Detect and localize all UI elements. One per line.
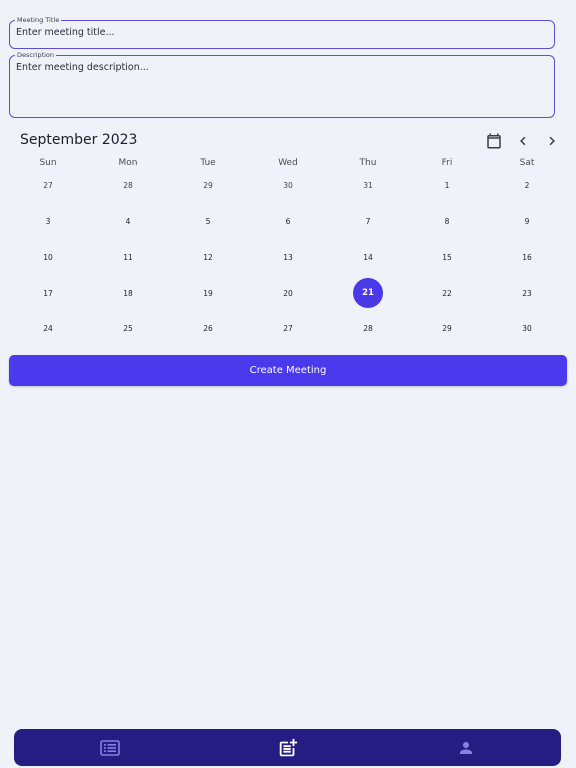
calendar-day[interactable]: 3 (33, 206, 63, 236)
calendar-day-selected[interactable]: 21 (353, 278, 383, 308)
calendar-day[interactable]: 27 (33, 170, 63, 200)
calendar-week-row: 3456789 (0, 206, 557, 226)
description-label: Description (15, 50, 57, 60)
calendar-day[interactable]: 30 (512, 313, 542, 343)
calendar-day[interactable]: 6 (273, 206, 303, 236)
calendar-day[interactable]: 4 (113, 206, 143, 236)
calendar-day[interactable]: 23 (512, 278, 542, 308)
calendar-day[interactable]: 28 (353, 313, 383, 343)
bottom-nav (14, 729, 561, 766)
calendar-day[interactable]: 2 (512, 170, 542, 200)
calendar-day[interactable]: 25 (113, 313, 143, 343)
calendar-day[interactable]: 1 (432, 170, 462, 200)
meeting-title-input[interactable] (16, 27, 536, 38)
description-input[interactable] (16, 62, 536, 110)
calendar-day[interactable]: 10 (33, 242, 63, 272)
calendar-day[interactable]: 27 (273, 313, 303, 343)
meeting-title-label: Meeting Title (15, 15, 62, 25)
calendar-day[interactable]: 18 (113, 278, 143, 308)
calendar-icon[interactable] (485, 132, 503, 150)
calendar-week-row: 27 28 29 30 31 1 2 (0, 170, 557, 190)
calendar-day[interactable]: 11 (113, 242, 143, 272)
calendar-day[interactable]: 14 (353, 242, 383, 272)
description-field[interactable]: Description (9, 50, 555, 118)
calendar-day[interactable]: 26 (193, 313, 223, 343)
calendar-day[interactable]: 19 (193, 278, 223, 308)
calendar-week-row: 24 25 26 27 28 29 30 (0, 313, 557, 333)
post-add-icon[interactable] (258, 729, 318, 766)
calendar-day[interactable]: 28 (113, 170, 143, 200)
calendar-day[interactable]: 5 (193, 206, 223, 236)
chevron-right-icon[interactable] (543, 132, 561, 150)
calendar-day[interactable]: 12 (193, 242, 223, 272)
list-icon[interactable] (80, 729, 140, 766)
person-icon[interactable] (436, 729, 496, 766)
calendar-day[interactable]: 30 (273, 170, 303, 200)
calendar-day[interactable]: 16 (512, 242, 542, 272)
create-meeting-button[interactable]: Create Meeting (9, 355, 567, 386)
calendar-day[interactable]: 15 (432, 242, 462, 272)
calendar-month-label: September 2023 (20, 132, 138, 148)
calendar-day[interactable]: 13 (273, 242, 303, 272)
calendar-day[interactable]: 9 (512, 206, 542, 236)
calendar-week-row: 10 11 12 13 14 15 16 (0, 242, 557, 262)
calendar-day[interactable]: 24 (33, 313, 63, 343)
calendar-day[interactable]: 29 (193, 170, 223, 200)
calendar-day[interactable]: 8 (432, 206, 462, 236)
calendar-day[interactable]: 7 (353, 206, 383, 236)
calendar-day[interactable]: 17 (33, 278, 63, 308)
meeting-title-field[interactable]: Meeting Title (9, 15, 555, 49)
calendar-day[interactable]: 31 (353, 170, 383, 200)
calendar-day[interactable]: 22 (432, 278, 462, 308)
calendar-week-row: 17 18 19 20 21 22 23 (0, 278, 557, 308)
calendar-day[interactable]: 20 (273, 278, 303, 308)
calendar-day[interactable]: 29 (432, 313, 462, 343)
